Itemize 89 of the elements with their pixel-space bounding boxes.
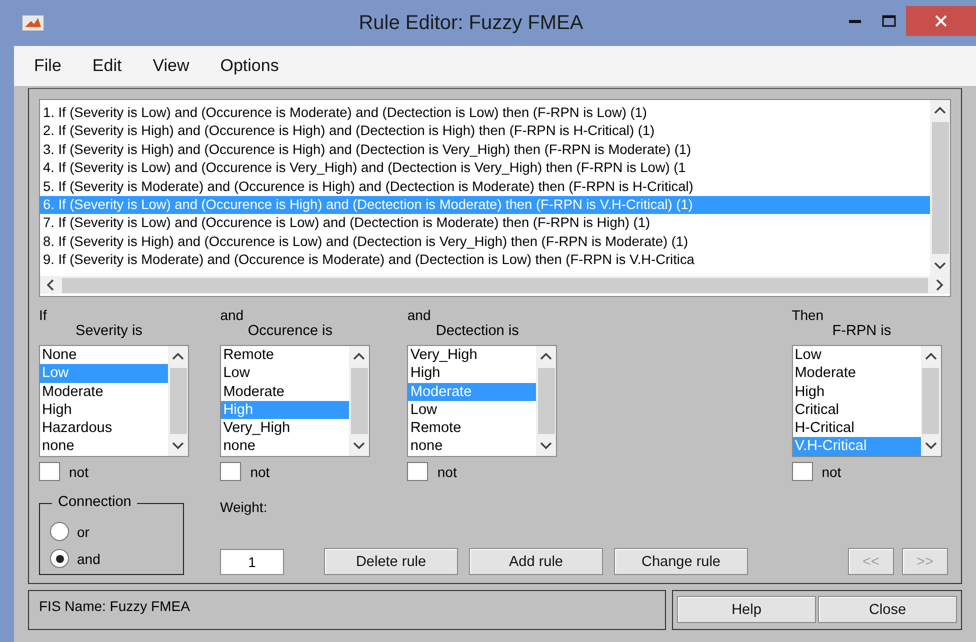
not-label: not	[822, 464, 842, 480]
dialog-button[interactable]: Close	[818, 596, 957, 623]
radio-label: or	[77, 524, 90, 540]
membership-list[interactable]: Remote Low Moderate High Very_High none	[220, 345, 370, 457]
not-label: not	[437, 464, 457, 480]
rule-button[interactable]: Delete rule	[324, 548, 458, 575]
not-label: not	[69, 464, 88, 480]
radio-button[interactable]	[50, 522, 69, 541]
scroll-up-icon[interactable]	[924, 352, 937, 360]
list-option[interactable]: Remote	[221, 346, 350, 364]
list-option[interactable]: Low	[408, 400, 536, 420]
scroll-up-icon[interactable]	[934, 106, 946, 114]
scroll-left-icon[interactable]	[46, 279, 54, 291]
variable-label: Occurence is	[246, 323, 334, 341]
list-option[interactable]: Very_High	[221, 419, 350, 438]
scrollbar-thumb[interactable]	[538, 368, 555, 434]
rule-list[interactable]	[39, 99, 951, 297]
list-option[interactable]: Low	[221, 364, 350, 383]
list-option[interactable]: None	[40, 346, 168, 364]
rule-item[interactable]: 9. If (Severity is Moderate) and (Occurence is Moderate) and (Dectection is Low) then (F-RPN is V.H-Critica	[40, 251, 930, 270]
list-option[interactable]: High	[408, 364, 536, 383]
condition-label: and	[220, 307, 244, 323]
list-option[interactable]: Moderate	[221, 382, 350, 401]
rule-button[interactable]: Add rule	[469, 548, 603, 575]
rule-item[interactable]: 1. If (Severity is Low) and (Occurence is Moderate) and (Dectection is Low) then (F-RPN is Low) (1)	[40, 104, 930, 122]
maximize-icon	[882, 15, 896, 27]
membership-list[interactable]: Very_High High Moderate Low Remote none	[407, 345, 558, 457]
list-option[interactable]: Moderate	[40, 382, 168, 401]
scroll-down-icon[interactable]	[172, 442, 184, 450]
list-option[interactable]: Moderate	[792, 364, 921, 383]
condition-label: and	[407, 307, 431, 323]
rule-button[interactable]: Change rule	[614, 548, 748, 575]
rule-item[interactable]: 7. If (Severity is Low) and (Occurence is Low) and (Dectection is Moderate) then (F-RPN is High) (1)	[40, 214, 930, 233]
scroll-up-icon[interactable]	[353, 352, 366, 360]
scroll-up-icon[interactable]	[540, 352, 552, 360]
close-window-button[interactable]	[906, 6, 976, 36]
scroll-down-icon[interactable]	[353, 442, 366, 450]
not-checkbox[interactable]	[792, 462, 813, 481]
not-checkbox[interactable]	[407, 462, 428, 481]
minimize-icon	[849, 20, 861, 22]
fis-name-status: FIS Name: Fuzzy FMEA	[28, 590, 666, 630]
scrollbar-thumb[interactable]	[62, 278, 928, 292]
list-option[interactable]: Critical	[792, 400, 921, 420]
scroll-right-icon[interactable]	[936, 279, 944, 291]
not-label: not	[250, 464, 270, 480]
list-option[interactable]: High	[792, 382, 921, 401]
radio-label: and	[77, 550, 100, 566]
list-option[interactable]: High	[40, 400, 168, 420]
variable-label: Dectection is	[434, 323, 520, 341]
scroll-down-icon[interactable]	[934, 262, 946, 270]
close-icon	[935, 15, 947, 27]
condition-label: Then	[792, 307, 824, 323]
scroll-down-icon[interactable]	[924, 442, 937, 450]
variable-label: Severity is	[74, 323, 144, 341]
radio-button[interactable]	[50, 549, 69, 568]
list-option[interactable]: Remote	[408, 419, 536, 438]
not-checkbox[interactable]	[220, 462, 242, 481]
not-checkbox[interactable]	[39, 462, 60, 481]
list-option[interactable]: Very_High	[408, 346, 536, 364]
menu-item[interactable]: View	[152, 56, 190, 76]
condition-label: If	[39, 307, 47, 323]
scroll-down-icon[interactable]	[540, 442, 552, 450]
menu-item[interactable]: Edit	[92, 56, 122, 76]
menu-item[interactable]: File	[34, 56, 62, 76]
scroll-up-icon[interactable]	[172, 352, 184, 360]
scrollbar-thumb[interactable]	[932, 122, 948, 254]
dialog-button[interactable]: Help	[677, 596, 816, 623]
app-icon	[22, 15, 44, 31]
list-option[interactable]: Low	[792, 346, 921, 364]
membership-list[interactable]: Low Moderate High Critical H-Critical V.H-Critical	[792, 345, 942, 457]
list-option[interactable]: none	[408, 437, 536, 456]
list-option[interactable]: Hazardous	[40, 419, 168, 438]
scrollbar-thumb[interactable]	[170, 368, 186, 434]
weight-field[interactable]: 1	[220, 549, 284, 575]
menu-item[interactable]: Options	[220, 56, 279, 76]
list-option[interactable]: none	[221, 437, 350, 456]
rule-item[interactable]: 5. If (Severity is Moderate) and (Occurence is High) and (Dectection is Moderate) then (F-RPN is H-Critical)	[40, 178, 930, 196]
rule-item[interactable]: 2. If (Severity is High) and (Occurence is High) and (Dectection is High) then (F-RPN is H-Critical) (1)	[40, 122, 930, 141]
membership-list[interactable]: None Low Moderate High Hazardous none	[39, 345, 189, 457]
list-option[interactable]: H-Critical	[792, 419, 921, 438]
rule-item[interactable]: 3. If (Severity is High) and (Occurence is High) and (Dectection is Very_High) then (F-RPN is Moderate) (1)	[40, 140, 930, 160]
scrollbar-thumb[interactable]	[922, 368, 940, 434]
list-option[interactable]: none	[40, 437, 168, 456]
rule-item[interactable]: 8. If (Severity is High) and (Occurence is Low) and (Dectection is Very_High) then (F-RPN is Moderate) (1)	[40, 232, 930, 252]
weight-label: Weight:	[220, 499, 268, 515]
rule-item[interactable]: 4. If (Severity is Low) and (Occurence is Very_High) and (Dectection is Very_High) then (F-RPN is Low) (1	[40, 159, 930, 178]
window-title: Rule Editor: Fuzzy FMEA	[358, 12, 584, 34]
scrollbar-thumb[interactable]	[350, 368, 368, 434]
variable-label: F-RPN is	[831, 323, 892, 341]
